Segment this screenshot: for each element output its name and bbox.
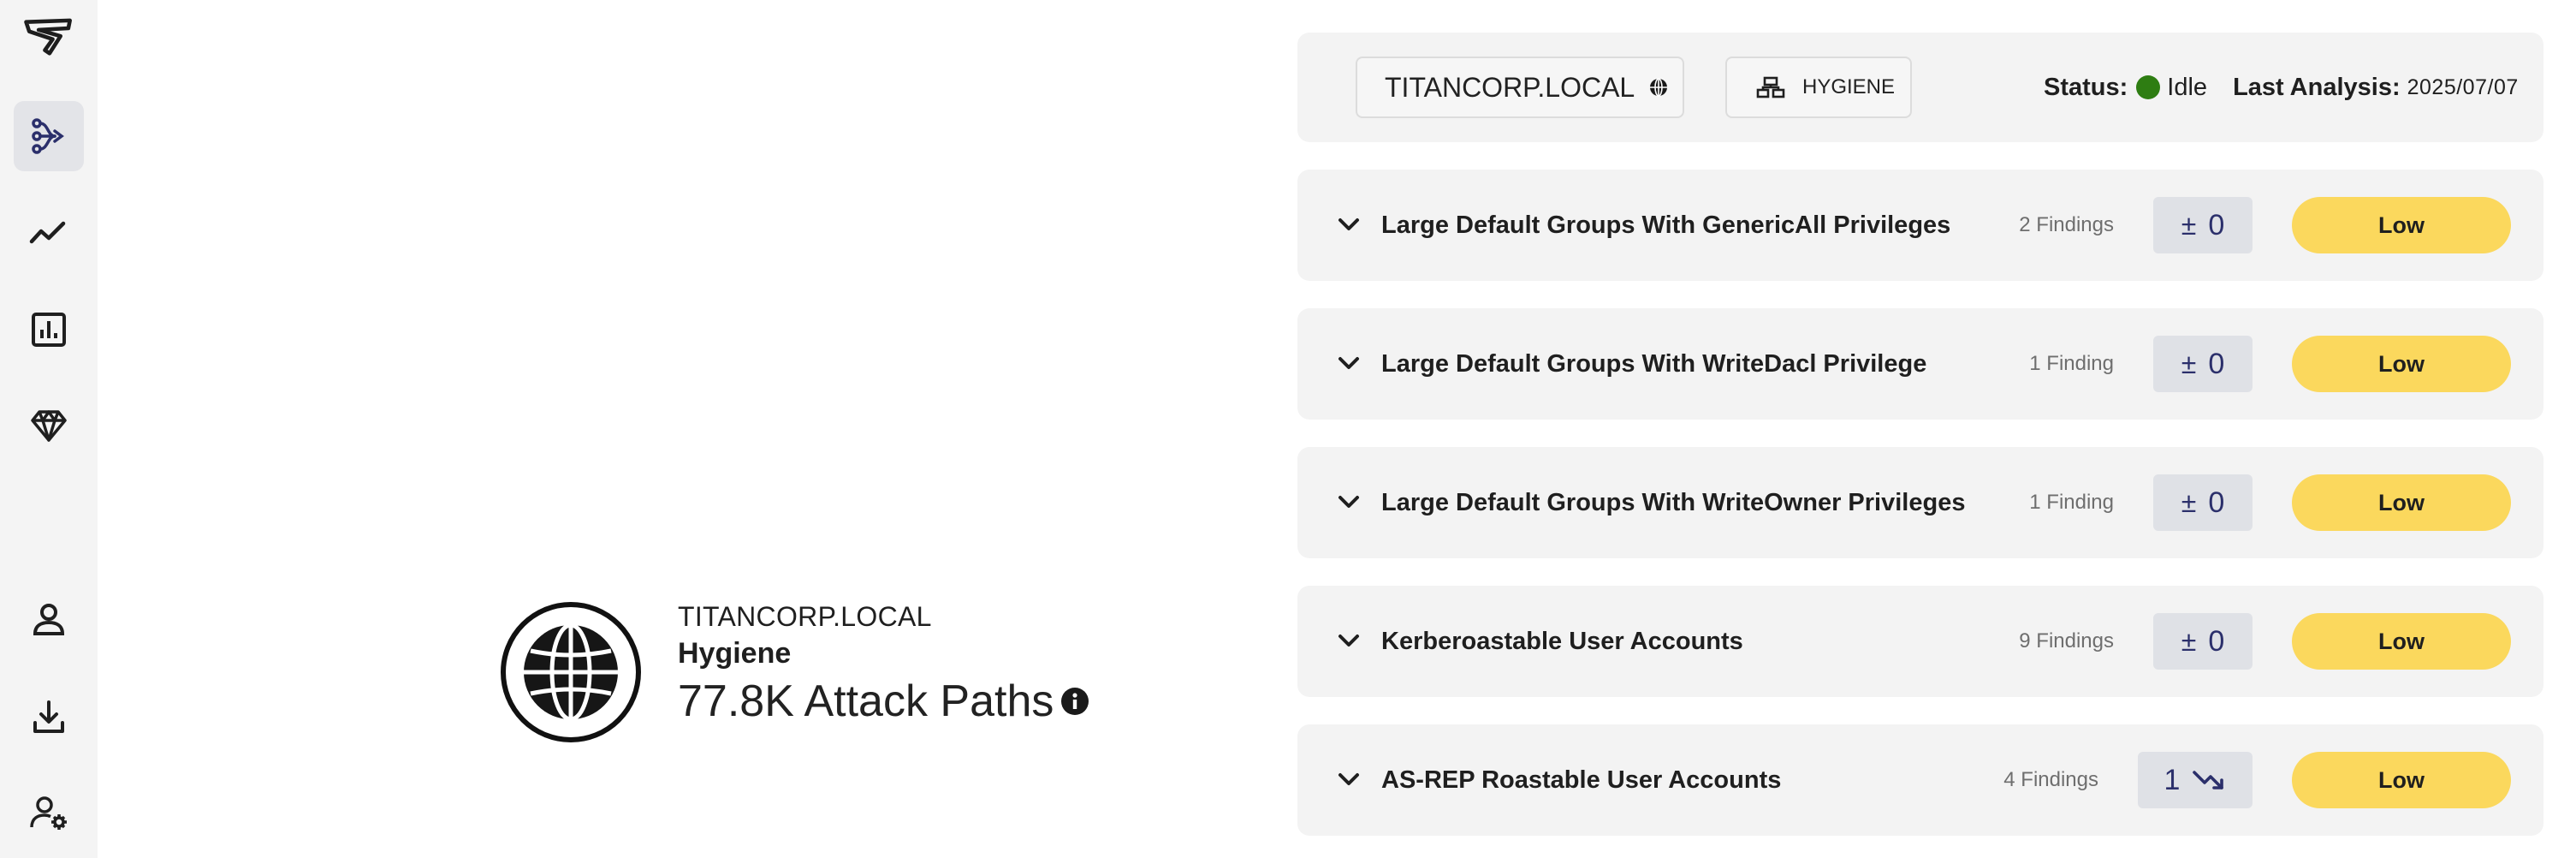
finding-count: 9 Findings	[2019, 629, 2114, 652]
status-indicator	[2136, 75, 2161, 99]
globe-icon	[1650, 78, 1668, 97]
status-value: Idle	[2167, 73, 2208, 101]
domain-summary: TITANCORP.LOCAL Hygiene 77.8K Attack Pat…	[500, 599, 1150, 754]
finding-delta: 1	[2138, 752, 2253, 808]
trend-down-icon	[2193, 771, 2224, 789]
attack-paths-icon[interactable]	[14, 101, 84, 171]
delta-value: 1	[2163, 763, 2181, 796]
finding-row[interactable]: Large Default Groups With WriteDacl Priv…	[1297, 308, 2543, 420]
chevron-down-icon[interactable]	[1332, 485, 1366, 519]
status-label: Status:	[2044, 73, 2128, 101]
environment-selector[interactable]: HYGIENE	[1725, 57, 1912, 118]
finding-row[interactable]: Large Default Groups With GenericAll Pri…	[1297, 170, 2543, 281]
severity-badge[interactable]: Low	[2292, 336, 2511, 392]
user-icon[interactable]	[14, 584, 84, 654]
delta-symbol: ±	[2181, 348, 2197, 379]
download-icon[interactable]	[14, 682, 84, 752]
summary-domain-name: TITANCORP.LOCAL	[678, 601, 932, 632]
environment-header: TITANCORP.LOCAL HYGIENE Status: Idle Las…	[1297, 33, 2543, 142]
delta-symbol: ±	[2181, 486, 2197, 518]
chevron-down-icon[interactable]	[1332, 207, 1366, 241]
domain-selector-label: TITANCORP.LOCAL	[1385, 71, 1635, 103]
last-analysis-label: Last Analysis:	[2233, 73, 2401, 101]
delta-value: 0	[2208, 208, 2225, 241]
attack-paths-count: 77.8K Attack Paths	[678, 676, 1054, 726]
severity-badge[interactable]: Low	[2292, 752, 2511, 808]
finding-delta: ± 0	[2153, 613, 2253, 670]
finding-count: 1 Finding	[2029, 491, 2114, 514]
finding-delta: ± 0	[2153, 336, 2253, 392]
delta-symbol: ±	[2181, 625, 2197, 657]
domain-globe-icon	[500, 601, 642, 743]
chevron-down-icon[interactable]	[1332, 623, 1366, 658]
finding-count: 4 Findings	[2003, 768, 2098, 791]
hierarchy-icon	[1756, 76, 1785, 98]
delta-value: 0	[2208, 347, 2225, 380]
last-analysis-date: 2025/07/07	[2407, 74, 2519, 99]
user-settings-icon[interactable]	[14, 778, 84, 848]
finding-title: Large Default Groups With WriteDacl Priv…	[1381, 350, 1927, 378]
finding-title: Large Default Groups With GenericAll Pri…	[1381, 212, 1951, 239]
finding-row[interactable]: AS-REP Roastable User Accounts 4 Finding…	[1297, 724, 2543, 836]
delta-symbol: ±	[2181, 209, 2197, 241]
finding-count: 2 Findings	[2019, 213, 2114, 236]
reports-icon[interactable]	[14, 295, 84, 365]
finding-delta: ± 0	[2153, 474, 2253, 531]
diamond-icon[interactable]	[14, 390, 84, 461]
finding-title: Large Default Groups With WriteOwner Pri…	[1381, 489, 1966, 516]
info-icon[interactable]	[1060, 687, 1089, 716]
domain-selector[interactable]: TITANCORP.LOCAL	[1356, 57, 1684, 118]
severity-badge[interactable]: Low	[2292, 474, 2511, 531]
environment-selector-label: HYGIENE	[1802, 75, 1896, 98]
delta-value: 0	[2208, 486, 2225, 519]
finding-delta: ± 0	[2153, 197, 2253, 253]
finding-count: 1 Finding	[2029, 352, 2114, 375]
severity-badge[interactable]: Low	[2292, 197, 2511, 253]
sidebar	[0, 0, 98, 858]
severity-badge[interactable]: Low	[2292, 613, 2511, 670]
finding-row[interactable]: Kerberoastable User Accounts 9 Findings …	[1297, 586, 2543, 697]
summary-environment-type: Hygiene	[678, 637, 792, 670]
finding-title: AS-REP Roastable User Accounts	[1381, 766, 1782, 794]
finding-title: Kerberoastable User Accounts	[1381, 628, 1743, 655]
finding-row[interactable]: Large Default Groups With WriteOwner Pri…	[1297, 447, 2543, 558]
logo-icon[interactable]	[19, 12, 79, 63]
delta-value: 0	[2208, 624, 2225, 658]
chevron-down-icon[interactable]	[1332, 346, 1366, 380]
analysis-status: Status: Idle Last Analysis: 2025/07/07	[2044, 69, 2519, 106]
chevron-down-icon[interactable]	[1332, 762, 1366, 796]
trend-icon[interactable]	[14, 197, 84, 267]
